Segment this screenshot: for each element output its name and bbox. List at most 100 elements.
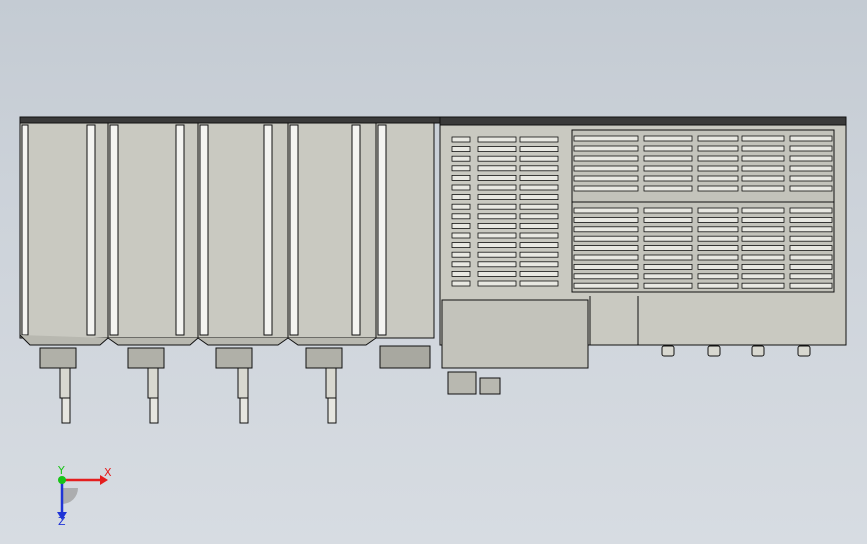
vent-slot [477,261,517,268]
vent-slot [789,226,833,233]
vent-slot [643,145,693,152]
vent-slot [741,245,785,252]
vent-slot [697,165,739,172]
vent-slot [741,145,785,152]
vent-slot [741,155,785,162]
terminal-screws [661,345,811,357]
vent-slot [573,185,639,192]
vent-slot [451,184,471,191]
vent-slot [451,165,471,172]
io-module-2[interactable] [107,122,199,424]
vent-slot [697,235,739,242]
vent-slot [573,155,639,162]
vent-slot [697,175,739,182]
vent-slot [789,207,833,214]
vent-slot [477,165,517,172]
vent-slot [573,273,639,280]
vent-slot [451,174,471,181]
vent-slot [697,155,739,162]
vent-slot [697,254,739,261]
vent-slot [477,174,517,181]
vent-slot [519,194,559,201]
vent-slot [697,263,739,270]
vent-slot [643,245,693,252]
vent-slot [451,251,471,258]
x-axis-label: X [104,466,112,479]
vent-slot [573,254,639,261]
vent-slot [741,226,785,233]
vent-slot [519,261,559,268]
vent-slot [451,270,471,277]
io-module-3[interactable] [197,122,289,424]
vent-slot [451,242,471,249]
vent-slot [451,146,471,153]
vent-slot [573,245,639,252]
triad-plane-indicator [62,488,78,504]
vent-slot [573,235,639,242]
vent-slot [477,203,517,210]
vent-slot [477,213,517,220]
vent-slot [451,203,471,210]
end-module[interactable] [375,122,435,369]
vent-slot [519,232,559,239]
vent-slot [789,263,833,270]
vent-slot [741,216,785,223]
vent-slot [519,242,559,249]
module-top-rail [19,116,441,124]
vent-slot [643,263,693,270]
vent-slot [643,207,693,214]
vent-slot [573,135,639,142]
vent-slot [643,135,693,142]
vent-slot [573,175,639,182]
vent-slot [519,165,559,172]
vent-slot [477,136,517,143]
z-axis-label: Z [58,515,66,526]
vent-slot [477,280,517,287]
vent-slot [643,254,693,261]
vent-slot [477,270,517,277]
vent-slot [789,175,833,182]
vent-slot [451,194,471,201]
coordinate-triad: X Y Z [57,466,112,526]
vent-slot [741,165,785,172]
cad-viewport[interactable] [0,0,867,544]
vent-slot [741,207,785,214]
vent-slot [451,232,471,239]
vent-slot [477,232,517,239]
vent-slot [643,175,693,182]
vent-slot [789,235,833,242]
vent-slot [451,136,471,143]
vent-slot [789,282,833,289]
vent-slot [519,174,559,181]
vent-slot [789,185,833,192]
y-axis-label: Y [57,466,65,477]
vent-slot [519,146,559,153]
vent-slot [643,273,693,280]
io-module-4[interactable] [287,122,377,424]
vent-slot [573,226,639,233]
vent-slot [519,184,559,191]
vent-slot [519,203,559,210]
vent-slot [697,216,739,223]
vent-slot [789,145,833,152]
vent-slot [451,222,471,229]
assembly-model[interactable] [19,116,847,424]
vent-slot [789,165,833,172]
vent-slot [741,175,785,182]
io-module-1[interactable] [19,122,109,424]
vent-slot [741,254,785,261]
vent-slot [789,135,833,142]
vent-slot [451,155,471,162]
vent-slot [741,135,785,142]
vent-slot [519,222,559,229]
vent-slot [519,136,559,143]
vent-slot [573,282,639,289]
vent-slot [519,251,559,258]
vent-slot [643,282,693,289]
vent-slot [519,155,559,162]
vent-slot [741,282,785,289]
vent-slot [741,273,785,280]
vent-slot [573,216,639,223]
vent-slot [477,155,517,162]
vent-slot [477,251,517,258]
